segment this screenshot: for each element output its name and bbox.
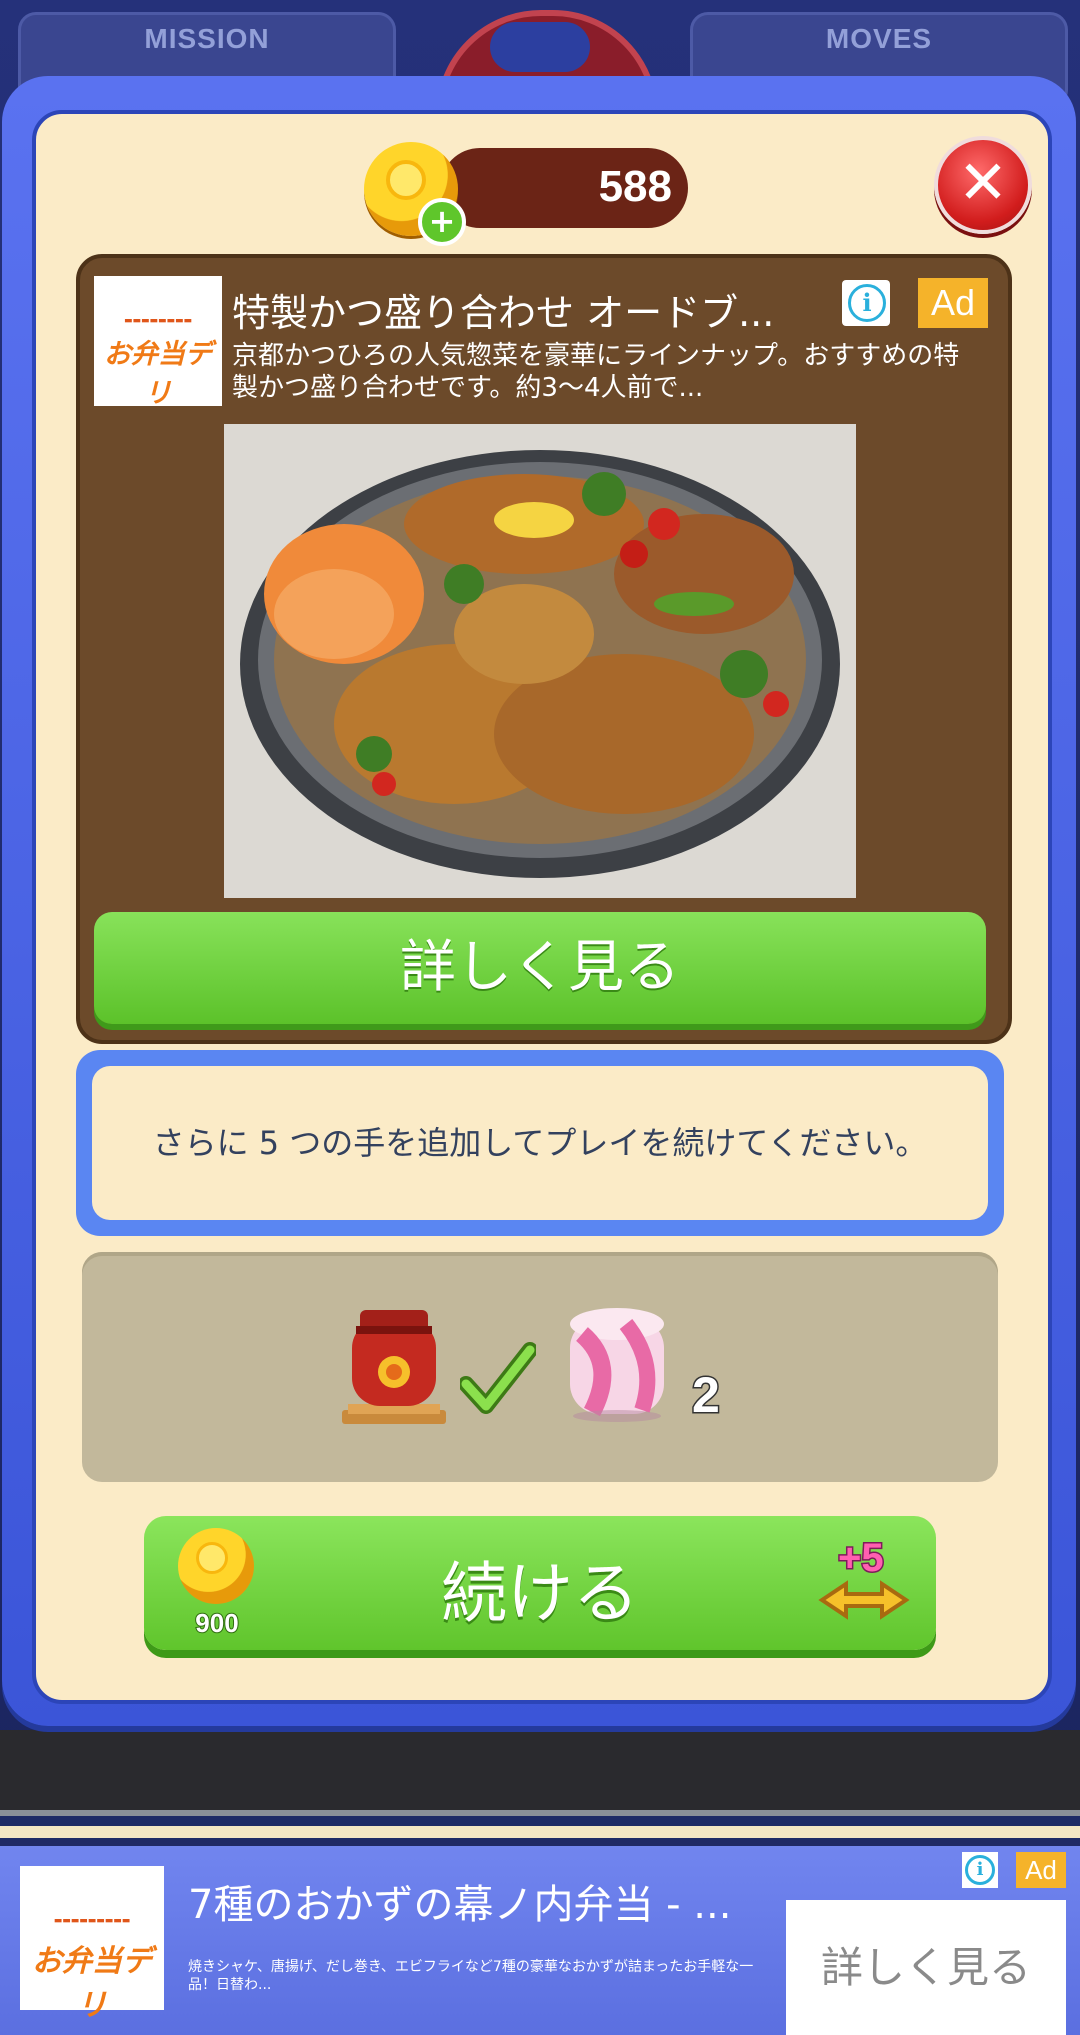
ad-badge: Ad — [918, 278, 988, 328]
banner-learn-more-button[interactable]: 詳しく見る — [786, 1900, 1066, 2035]
coin-count: 588 — [598, 162, 672, 211]
candy-icon — [570, 1308, 664, 1422]
candy-count: 2 — [691, 1366, 722, 1425]
banner-ad-badge: Ad — [1016, 1852, 1066, 1888]
game-floor — [0, 1730, 1080, 1810]
info-icon: i — [965, 1855, 995, 1885]
food-platter-illustration — [224, 424, 856, 898]
continue-button[interactable]: 900 続ける +5 — [144, 1516, 936, 1650]
info-icon: i — [848, 284, 886, 322]
close-icon: ✕ — [957, 148, 1009, 218]
divider — [0, 1810, 1080, 1816]
banner-ad-title[interactable]: 7種のおかずの幕ノ内弁当 - ... — [188, 1872, 768, 1930]
message-text: さらに 5 つの手を追加してプレイを続けてください。 — [152, 1124, 928, 1162]
logo-text: お弁当デリ — [104, 339, 212, 409]
add-coins-icon[interactable]: + — [418, 198, 466, 246]
check-icon — [460, 1342, 536, 1414]
banner-ad-description[interactable]: 焼きシャケ、唐揚げ、だし巻き、エビフライなど7種の豪華なおかずが詰まったお手軽な… — [188, 1958, 778, 1994]
lantern-icon — [342, 1310, 446, 1424]
divider — [0, 1826, 1080, 1838]
booster-panel — [82, 1252, 998, 1482]
logo-text: お弁当デリ — [32, 1944, 152, 2023]
ad-title[interactable]: 特製かつ盛り合わせ オードブ... — [232, 282, 812, 337]
banner-ad-logo[interactable]: ▬▬▬▬▬▬▬▬▬ お弁当デリ — [20, 1866, 164, 2023]
logo-tagline: ▬▬▬▬▬▬▬▬ — [123, 316, 193, 326]
ad-logo[interactable]: ▬▬▬▬▬▬▬▬ お弁当デリ — [94, 276, 222, 409]
moves-bonus: +5 — [837, 1535, 886, 1582]
logo-tagline: ▬▬▬▬▬▬▬▬▬ — [53, 1916, 131, 1926]
coin-counter: 588 — [440, 148, 688, 228]
ad-learn-more-button[interactable]: 詳しく見る — [94, 912, 986, 1024]
moves-label: MOVES — [825, 23, 933, 54]
ad-info-button[interactable]: i — [842, 280, 890, 326]
close-button[interactable]: ✕ — [934, 136, 1032, 234]
ribbon-icon — [490, 22, 590, 72]
ad-food-image[interactable] — [224, 424, 856, 898]
mission-label: MISSION — [144, 23, 270, 54]
banner-info-button[interactable]: i — [962, 1852, 998, 1888]
ad-description[interactable]: 京都かつひろの人気惣菜を豪華にラインナップ。おすすめの特製かつ盛り合わせです。約… — [232, 340, 972, 404]
